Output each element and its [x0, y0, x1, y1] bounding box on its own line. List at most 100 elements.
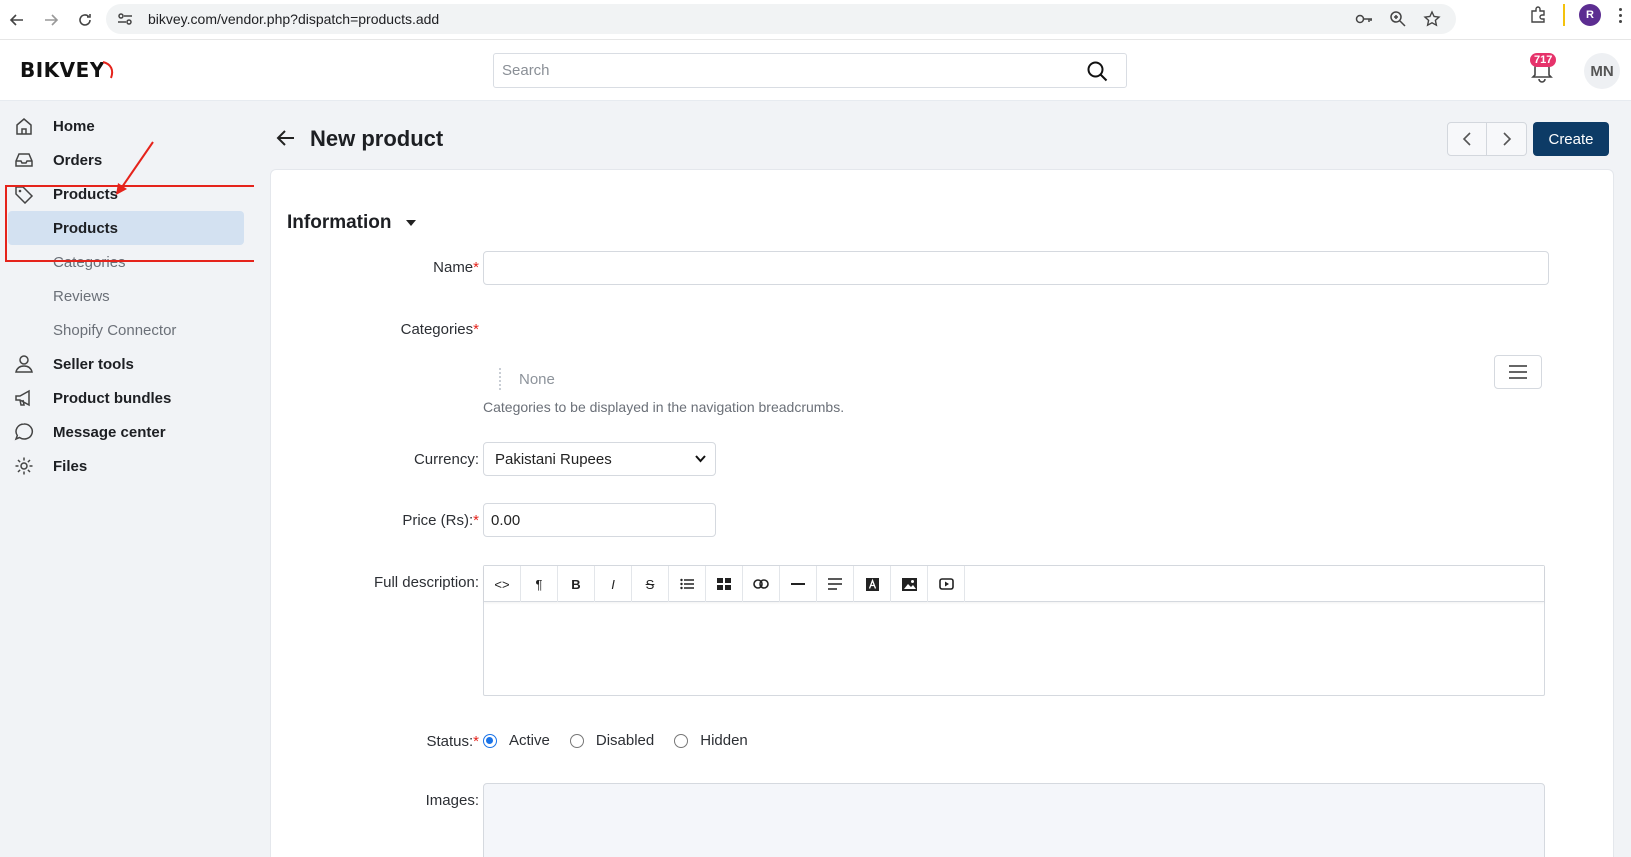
price-label-text: Price (Rs):: [402, 512, 474, 529]
name-label-text: Name: [433, 259, 474, 276]
status-option-active[interactable]: Active: [483, 732, 550, 749]
create-button[interactable]: Create: [1533, 122, 1609, 156]
categories-label: Categories*: [401, 321, 479, 338]
required-mark: *: [473, 733, 479, 750]
extensions-icon[interactable]: [1527, 4, 1549, 26]
toolbar-divider: [1563, 4, 1565, 26]
logo[interactable]: BIKVEY: [20, 55, 115, 85]
status-option-label: Hidden: [700, 732, 748, 749]
zoom-icon[interactable]: [1388, 9, 1408, 29]
sidebar-item-label: Seller tools: [53, 355, 134, 373]
chevron-left-icon: [1462, 132, 1471, 146]
italic-icon[interactable]: I: [595, 566, 632, 602]
sidebar-item-orders[interactable]: Orders: [0, 143, 254, 177]
code-view-icon[interactable]: <>: [484, 566, 521, 602]
section-toggle-information[interactable]: Information: [287, 212, 416, 234]
notification-badge: 717: [1530, 53, 1557, 67]
address-bar[interactable]: bikvey.com/vendor.php?dispatch=products.…: [106, 4, 1456, 34]
description-textarea[interactable]: [484, 602, 1544, 695]
previous-record-button[interactable]: [1448, 123, 1488, 155]
price-label: Price (Rs):*: [402, 512, 479, 529]
sidebar-item-home[interactable]: Home: [0, 109, 254, 143]
url-text[interactable]: bikvey.com/vendor.php?dispatch=products.…: [148, 11, 439, 27]
sidebar-item-message-center[interactable]: Message center: [0, 415, 254, 449]
search-input[interactable]: [502, 62, 1062, 79]
status-option-disabled[interactable]: Disabled: [569, 732, 655, 749]
back-arrow-icon[interactable]: [0, 3, 34, 37]
sidebar-subitem-categories[interactable]: Categories: [0, 245, 254, 279]
next-record-button[interactable]: [1487, 123, 1526, 155]
table-icon[interactable]: [706, 566, 743, 602]
strikethrough-icon[interactable]: S: [632, 566, 669, 602]
chat-icon: [14, 422, 34, 442]
description-label: Full description:: [373, 574, 479, 591]
status-label-text: Status:: [426, 733, 474, 750]
required-mark: *: [473, 512, 479, 529]
sidebar-item-product-bundles[interactable]: Product bundles: [0, 381, 254, 415]
sidebar-item-label: Shopify Connector: [53, 321, 177, 339]
status-option-hidden[interactable]: Hidden: [674, 732, 748, 749]
logo-swoosh-icon: [102, 61, 113, 79]
sidebar-item-files[interactable]: Files: [0, 449, 254, 483]
chevron-down-icon: [695, 455, 706, 463]
sidebar-item-label: Home: [53, 117, 95, 135]
back-arrow-icon[interactable]: [276, 129, 300, 149]
drag-handle-icon: [499, 368, 505, 390]
reload-icon[interactable]: [68, 3, 102, 37]
video-icon[interactable]: [928, 566, 965, 602]
category-none-text: None: [519, 370, 555, 388]
price-input[interactable]: [483, 503, 716, 537]
status-option-label: Active: [509, 732, 550, 749]
sidebar-subitem-shopify-connector[interactable]: Shopify Connector: [0, 313, 254, 347]
sidebar-subitem-reviews[interactable]: Reviews: [0, 279, 254, 313]
key-icon[interactable]: [1354, 9, 1374, 29]
sidebar-item-label: Files: [53, 457, 88, 475]
sidebar-item-seller-tools[interactable]: Seller tools: [0, 347, 254, 381]
megaphone-icon: [14, 388, 34, 408]
radio-unchecked-icon[interactable]: [674, 733, 689, 748]
radio-unchecked-icon[interactable]: [569, 733, 584, 748]
notifications-button[interactable]: 717: [1530, 53, 1557, 85]
tag-icon: [14, 184, 34, 205]
images-label: Images:: [425, 792, 479, 809]
currency-label: Currency:: [413, 451, 479, 468]
bullet-list-icon[interactable]: [669, 566, 706, 602]
category-picker-empty[interactable]: None: [499, 368, 555, 390]
main-content: New product Create Information Name* Cat…: [254, 101, 1631, 857]
horizontal-rule-icon[interactable]: [780, 566, 817, 602]
browser-profile-avatar[interactable]: R: [1579, 4, 1601, 26]
forward-arrow-icon[interactable]: [34, 3, 68, 37]
required-mark: *: [473, 259, 479, 276]
paragraph-icon[interactable]: ¶: [521, 566, 558, 602]
sidebar-item-label: Orders: [53, 151, 103, 169]
sidebar-subitem-products[interactable]: Products: [8, 211, 244, 245]
sidebar-item-label: Products: [53, 185, 119, 203]
browser-menu-icon[interactable]: [1615, 4, 1625, 26]
link-icon[interactable]: [743, 566, 780, 602]
site-settings-icon[interactable]: [116, 10, 134, 28]
image-upload-area[interactable]: [483, 783, 1545, 857]
user-avatar[interactable]: MN: [1584, 53, 1620, 89]
search-box[interactable]: [493, 53, 1127, 88]
description-editor: <> ¶ B I S: [483, 565, 1545, 696]
sidebar-item-label: Product bundles: [53, 389, 172, 407]
status-option-label: Disabled: [595, 732, 655, 749]
search-icon[interactable]: [1086, 60, 1108, 87]
align-icon[interactable]: [817, 566, 854, 602]
category-picker-button[interactable]: [1494, 355, 1542, 389]
currency-selected-value: Pakistani Rupees: [495, 450, 612, 468]
section-title: Information: [287, 212, 392, 233]
page-title: New product: [310, 126, 444, 151]
sidebar-item-products[interactable]: Products: [0, 177, 254, 211]
name-label: Name*: [433, 259, 479, 276]
bold-icon[interactable]: B: [558, 566, 595, 602]
radio-checked-icon[interactable]: [483, 733, 497, 748]
product-form-card: Information Name* Categories* None Categ…: [270, 169, 1614, 857]
image-icon[interactable]: [891, 566, 928, 602]
name-input[interactable]: [483, 251, 1549, 285]
app-header: BIKVEY 717 MN: [0, 40, 1631, 101]
currency-select[interactable]: Pakistani Rupees: [483, 442, 716, 476]
home-icon: [14, 116, 34, 136]
font-color-icon[interactable]: [854, 566, 891, 602]
bookmark-star-icon[interactable]: [1422, 9, 1442, 29]
